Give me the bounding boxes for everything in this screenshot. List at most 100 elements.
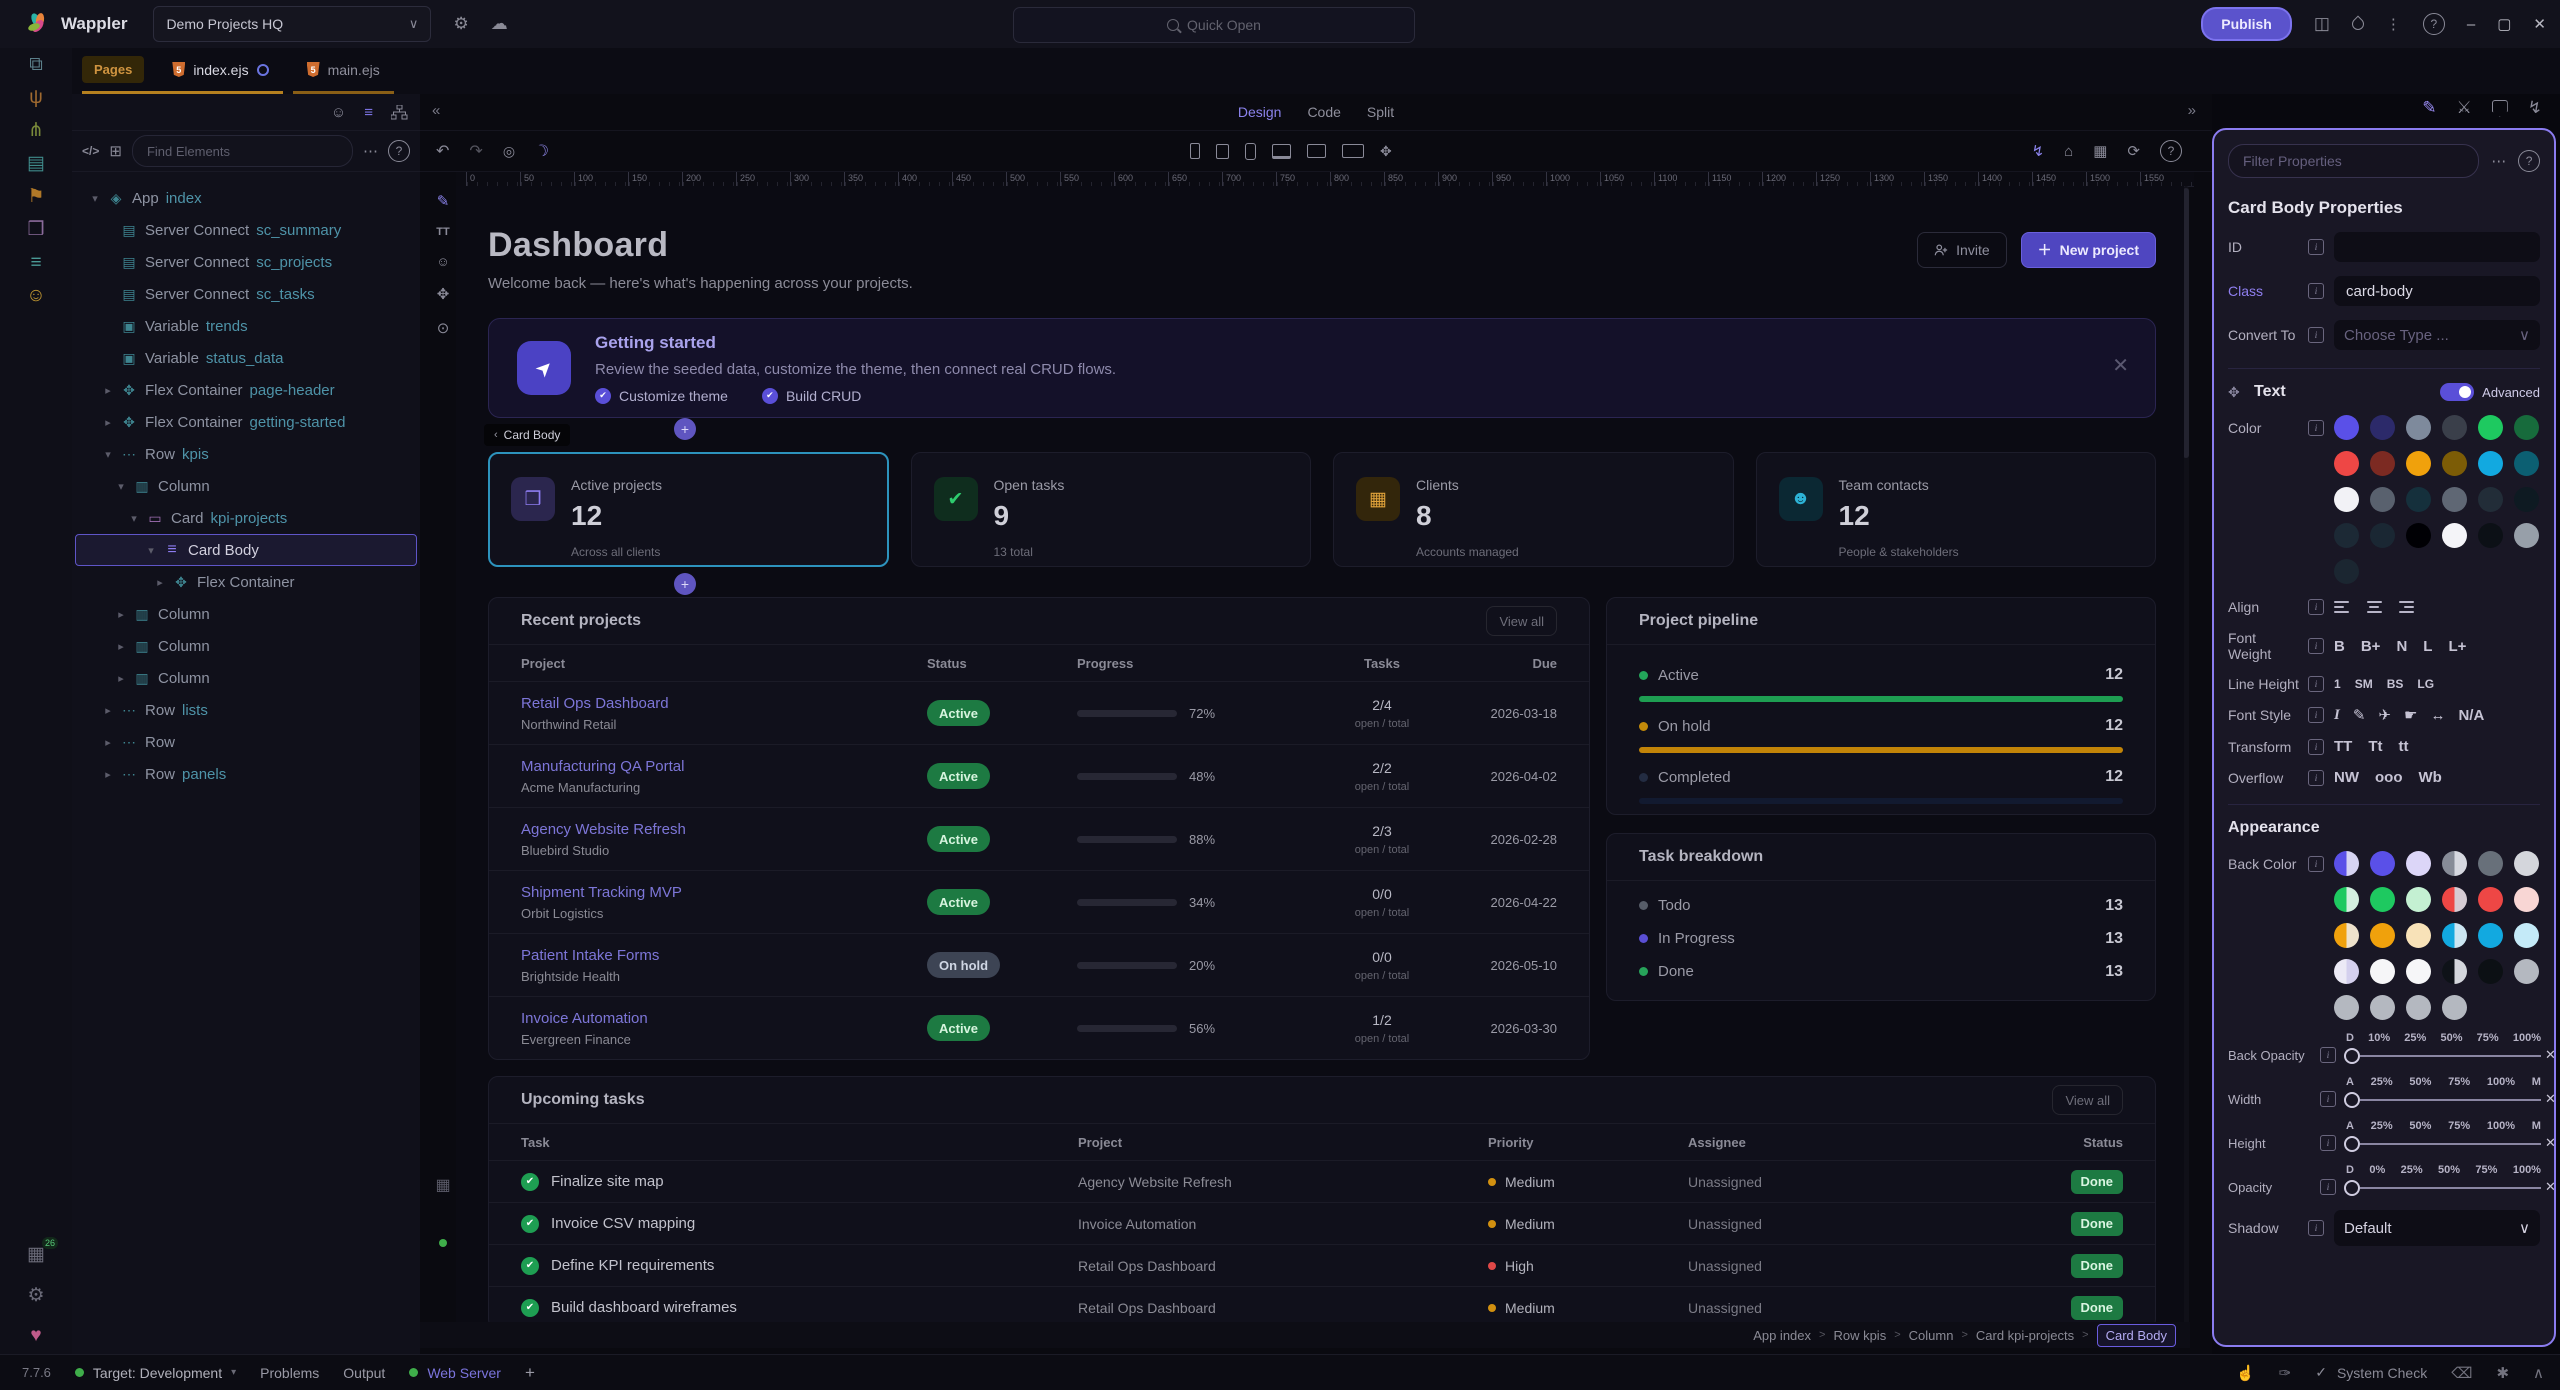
back-color-swatch[interactable] [2514, 851, 2539, 876]
tree-item[interactable]: ▸ ⋯ Row panels [72, 758, 420, 790]
overflow-option[interactable]: Wb [2419, 769, 2442, 786]
class-input[interactable] [2344, 282, 2530, 301]
publish-button[interactable]: Publish [2201, 7, 2292, 41]
back-color-swatch[interactable] [2370, 887, 2395, 912]
tree-chevron-icon[interactable]: ▾ [112, 480, 130, 493]
rail-item[interactable]: ⚑ [0, 180, 72, 213]
tree-chevron-icon[interactable]: ▸ [99, 384, 117, 397]
back-color-swatch[interactable] [2514, 959, 2539, 984]
device-phablet-icon[interactable] [1216, 144, 1229, 159]
back-color-swatch[interactable] [2442, 887, 2467, 912]
ai-assistant-icon[interactable]: ☺ [331, 104, 346, 121]
pages-badge[interactable]: Pages [82, 56, 144, 83]
apps-grid-icon[interactable]: ▦ [435, 1175, 450, 1195]
tree-chevron-icon[interactable]: ▸ [151, 576, 169, 589]
back-color-swatch[interactable] [2442, 851, 2467, 876]
back-color-swatch[interactable] [2370, 923, 2395, 948]
overflow-option[interactable]: NW [2334, 769, 2359, 786]
table-row[interactable]: Retail Ops Dashboard Northwind Retail Ac… [489, 681, 1589, 744]
theme-drop-icon[interactable] [2349, 16, 2366, 33]
breadcrumb-link[interactable]: Row kpis [1833, 1328, 1886, 1343]
slider-scale-label[interactable]: 0% [2369, 1164, 2385, 1176]
project-name-link[interactable]: Retail Ops Dashboard [521, 695, 927, 712]
project-selector[interactable]: Demo Projects HQ ∨ [153, 6, 431, 42]
project-name-link[interactable]: Manufacturing QA Portal [521, 758, 927, 775]
clear-icon[interactable]: ✕ [2545, 1047, 2556, 1063]
device-phone-icon[interactable] [1190, 143, 1200, 159]
help-icon[interactable]: ? [2423, 13, 2445, 35]
color-swatch[interactable] [2406, 487, 2431, 512]
tab-split[interactable]: Split [1367, 104, 1394, 120]
dynamic-events-icon[interactable]: ↯ [2528, 98, 2542, 118]
tree-item[interactable]: ▸ ⋯ Row [72, 726, 420, 758]
edit-mode-icon[interactable]: ✎ [437, 192, 450, 210]
rail-item[interactable]: ❒ [0, 213, 72, 246]
tab-index-ejs[interactable]: 5 index.ejs [158, 48, 282, 91]
color-swatch[interactable] [2406, 523, 2431, 548]
add-element-button[interactable]: + [674, 573, 696, 595]
add-element-button[interactable]: + [674, 418, 696, 440]
back-color-swatch[interactable] [2334, 923, 2359, 948]
device-monitor-icon[interactable] [1342, 144, 1364, 158]
align-right-icon[interactable] [2398, 598, 2414, 616]
back-color-swatch[interactable] [2478, 959, 2503, 984]
fit-view-icon[interactable]: ✥ [1380, 143, 1392, 160]
line-height-option[interactable]: 1 [2334, 677, 2341, 691]
slider-scale-label[interactable]: 50% [2438, 1164, 2460, 1176]
tree-chevron-icon[interactable]: ▸ [112, 640, 130, 653]
apps-grid-icon[interactable]: ▦26 [27, 1243, 45, 1266]
slider-scale-label[interactable]: 75% [2448, 1076, 2470, 1088]
slider-scale-label[interactable]: 25% [2401, 1164, 2423, 1176]
redo-icon[interactable]: ↷ [469, 141, 482, 161]
clear-icon[interactable]: ✕ [2545, 1179, 2556, 1195]
transform-option[interactable]: Tt [2368, 738, 2382, 755]
slider-scale-label[interactable]: A [2346, 1120, 2354, 1132]
color-swatch[interactable] [2334, 415, 2359, 440]
transform-option[interactable]: tt [2399, 738, 2409, 755]
tree-item[interactable]: ▾ ≡ Card Body [75, 534, 417, 566]
tree-chevron-icon[interactable]: ▾ [142, 544, 160, 557]
components-icon[interactable]: ⊞ [109, 142, 122, 160]
project-name-link[interactable]: Patient Intake Forms [521, 947, 927, 964]
view-all-button[interactable]: View all [2052, 1085, 2123, 1115]
slider-scale-label[interactable]: 75% [2448, 1120, 2470, 1132]
actions-zap-icon[interactable]: ↯ [2032, 142, 2045, 160]
breadcrumb-link[interactable]: Card kpi-projects [1976, 1328, 2074, 1343]
device-tablet-icon[interactable] [1245, 143, 1256, 160]
help-icon[interactable]: ? [2518, 150, 2540, 172]
rail-item[interactable]: ▤ [0, 147, 72, 180]
settings-gear-icon[interactable]: ⚙ [453, 14, 468, 34]
font-weight-option[interactable]: L [2423, 638, 2432, 655]
color-swatch[interactable] [2334, 559, 2359, 584]
undo-icon[interactable]: ↶ [436, 141, 449, 161]
font-weight-option[interactable]: B [2334, 638, 2345, 655]
slider-scale-label[interactable]: 100% [2513, 1032, 2541, 1044]
table-row[interactable]: ✔Finalize site map Agency Website Refres… [489, 1160, 2155, 1202]
refresh-icon[interactable]: ⟳ [2127, 142, 2140, 160]
convert-to-select[interactable]: Choose Type ... ∨ [2334, 320, 2540, 350]
tree-item[interactable]: ▾ ▥ Column [72, 470, 420, 502]
list-view-icon[interactable]: ≡ [364, 104, 373, 121]
back-color-swatch[interactable] [2406, 995, 2431, 1020]
color-swatch[interactable] [2442, 487, 2467, 512]
more-options-icon[interactable]: ⋯ [2491, 152, 2506, 170]
table-row[interactable]: Shipment Tracking MVP Orbit Logistics Ac… [489, 870, 1589, 933]
italic-icon[interactable]: I [2334, 707, 2340, 724]
slider-scale-label[interactable]: 25% [2371, 1120, 2393, 1132]
thumbs-up-icon[interactable]: ☝ [2236, 1364, 2255, 1382]
drag-handle-icon[interactable]: ✥ [2228, 384, 2254, 401]
tree-chevron-icon[interactable]: ▸ [112, 608, 130, 621]
tree-chevron-icon[interactable]: ▸ [99, 736, 117, 749]
edit-properties-icon[interactable]: ✎ [2422, 98, 2436, 118]
table-row[interactable]: Invoice Automation Evergreen Finance Act… [489, 996, 1589, 1059]
system-check-button[interactable]: ✓ System Check [2315, 1364, 2427, 1381]
slider-knob[interactable] [2344, 1136, 2360, 1152]
find-elements-input[interactable] [132, 135, 353, 167]
tree-item[interactable]: ▸ ▥ Column [72, 598, 420, 630]
slider-scale-label[interactable]: 50% [2409, 1076, 2431, 1088]
back-color-swatch[interactable] [2406, 851, 2431, 876]
close-icon[interactable]: ✕ [2112, 353, 2129, 378]
preview-eye-icon[interactable]: ⊙ [437, 319, 450, 337]
slider-knob[interactable] [2344, 1180, 2360, 1196]
user-view-icon[interactable]: ☺ [436, 254, 449, 269]
